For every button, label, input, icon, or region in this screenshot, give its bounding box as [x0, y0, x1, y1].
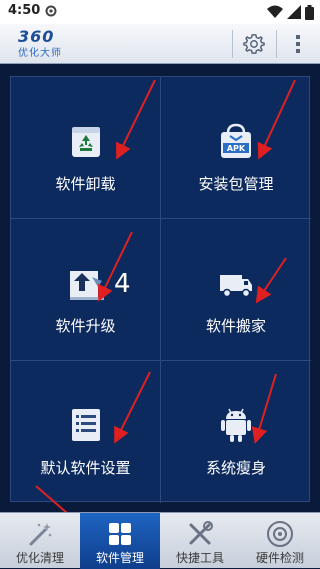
tools-icon [189, 521, 213, 545]
disc-icon [267, 521, 293, 547]
bottom-tab-bar: 优化清理 软件管理 快捷工具 硬件检测 [0, 512, 320, 569]
move-app-tile[interactable]: 软件搬家 [161, 219, 311, 361]
wifi-icon [267, 5, 283, 18]
tile-label: 安装包管理 [198, 175, 274, 193]
battery-icon [305, 4, 314, 20]
status-icons [267, 4, 314, 20]
upgrade-icon [70, 271, 104, 300]
logo-subtitle: 优化大师 [18, 48, 62, 59]
tile-label: 默认软件设置 [40, 459, 131, 477]
app-bar: 360 优化大师 [0, 24, 320, 64]
uninstall-tile[interactable]: 软件卸载 [11, 77, 161, 219]
tab-label: 优化清理 [15, 551, 64, 565]
feature-grid: 软件卸载 APK 安装包管理 4 软件升级 软件搬家 默认软件设置 系统瘦身 [10, 76, 311, 503]
list-settings-icon [72, 409, 100, 441]
tab-label: 软件管理 [95, 551, 144, 565]
apps-grid-icon [109, 523, 131, 545]
magic-wand-icon [29, 523, 52, 546]
tab-optimize-clean[interactable]: 优化清理 [0, 513, 80, 569]
tab-software-manager[interactable]: 软件管理 [80, 513, 160, 569]
recycle-bin-icon [72, 127, 100, 157]
update-count-badge: 4 [114, 269, 131, 299]
tab-label: 快捷工具 [175, 551, 224, 565]
status-bar: 4:50 [0, 0, 320, 24]
more-menu-button[interactable] [277, 24, 319, 64]
system-slim-tile[interactable]: 系统瘦身 [161, 361, 311, 503]
tab-label: 硬件检测 [255, 551, 304, 565]
signal-icon [287, 5, 301, 19]
tab-hardware-check[interactable]: 硬件检测 [240, 513, 320, 569]
apk-bag-icon: APK [221, 123, 251, 158]
tile-label: 软件升级 [55, 317, 116, 335]
tile-label: 系统瘦身 [205, 459, 266, 477]
app-logo: 360 优化大师 [18, 27, 74, 59]
truck-icon [220, 275, 252, 298]
status-time: 4:50 [8, 3, 41, 18]
apk-manager-tile[interactable]: APK 安装包管理 [161, 77, 311, 219]
upgrade-tile[interactable]: 4 软件升级 [11, 219, 161, 361]
apk-icon-text: APK [227, 144, 246, 153]
android-robot-icon [221, 408, 251, 442]
settings-button[interactable] [233, 24, 275, 64]
more-vertical-icon [296, 35, 300, 53]
gear-icon [243, 34, 265, 54]
default-apps-tile[interactable]: 默认软件设置 [11, 361, 161, 503]
gear-status-icon [45, 5, 57, 17]
tile-label: 软件卸载 [55, 175, 116, 193]
tab-quick-tools[interactable]: 快捷工具 [160, 513, 240, 569]
tile-label: 软件搬家 [205, 317, 266, 335]
